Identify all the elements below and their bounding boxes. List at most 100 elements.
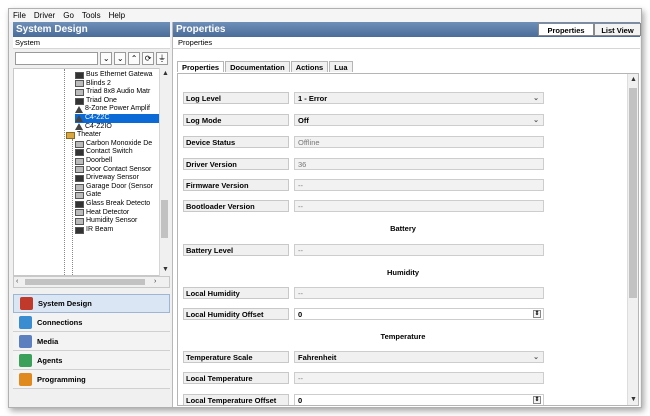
tab-actions[interactable]: Actions [290,61,329,72]
device-icon [75,71,84,79]
tree-toolbar: ⌄ ⌄ ⌃ ⟳ ⏚ [13,49,170,68]
tree-item[interactable]: C4-Z2C [75,114,160,123]
system-label: System [13,37,170,49]
app-window: File Driver Go Tools Help System Design … [8,8,642,408]
property-dropdown[interactable]: 1 - Error ⌄ [294,92,544,104]
tree-item[interactable]: Glass Break Detecto [75,200,150,209]
property-row: Firmware Version -- [183,179,623,191]
refresh-icon: ⟳ [144,54,152,63]
menu-tools[interactable]: Tools [82,11,101,20]
scroll-down-icon[interactable]: ▼ [630,396,637,403]
tree-item[interactable]: Blinds 2 [75,80,111,89]
system-tree[interactable]: Bus Ethernet Gatewa Blinds 2 Triad 8x8 Aud… [13,68,170,276]
zigbee-icon [75,123,83,131]
tree-item[interactable]: Gate [75,191,101,200]
scroll-left-icon[interactable]: ‹ [16,278,18,285]
nav-label: Agents [37,355,63,365]
blinds-icon [75,80,84,88]
nav-connections[interactable]: Connections [13,313,170,332]
scroll-up-icon[interactable]: ▲ [162,70,169,77]
tree-item[interactable]: Triad 8x8 Audio Matr [75,88,150,97]
scroll-down-icon[interactable]: ▼ [162,266,169,273]
filter-button[interactable]: ⏚ [156,52,168,65]
section-heading: Battery [390,224,416,233]
tree-item[interactable]: 8-Zone Power Amplif [75,105,150,114]
property-row: Bootloader Version -- [183,200,623,212]
chevron-down-icon[interactable]: ⌄ [533,352,539,364]
menu-go[interactable]: Go [63,11,74,20]
tree-vertical-scrollbar[interactable] [159,68,170,276]
tree-item-label: IR Beam [86,225,114,233]
menu-help[interactable]: Help [109,11,125,20]
tree-item[interactable]: Driveway Sensor [75,174,139,183]
switch-icon [75,149,84,157]
breadcrumb: Properties [173,37,640,49]
spinner-icon[interactable]: ⇕ [533,396,541,404]
chevron-down-icon[interactable]: ⌄ [533,93,539,105]
property-value-text: 0 [298,310,303,319]
scroll-right-icon[interactable]: › [154,278,156,285]
property-value-text: -- [298,181,303,190]
property-dropdown[interactable]: Fahrenheit ⌄ [294,351,544,363]
property-number-input[interactable]: 0 ⇕ [294,308,544,320]
properties-scroll-thumb[interactable] [629,88,637,298]
tree-item[interactable]: Garage Door (Sensor [75,183,153,192]
tree-item[interactable]: Theater [66,131,101,140]
nav-label: Media [37,336,59,346]
tree-item[interactable]: Bus Ethernet Gatewa [75,71,153,80]
property-label: Log Level [183,92,289,104]
property-dropdown[interactable]: Off ⌄ [294,114,544,126]
nav-programming[interactable]: Programming [13,370,170,389]
tree-item[interactable]: Door Contact Sensor [75,166,151,175]
tree-item-label: Door Contact Sensor [86,165,152,173]
tree-hscroll-thumb[interactable] [25,279,145,285]
tab-documentation[interactable]: Documentation [225,61,290,72]
tree-item[interactable]: Triad One [75,97,117,106]
view-tab-properties[interactable]: Properties [538,23,594,36]
spinner-icon[interactable]: ⇕ [533,310,541,318]
tree-item[interactable]: Heat Detector [75,209,129,218]
property-row: Log Level 1 - Error ⌄ [183,92,623,104]
room-icon [66,131,75,139]
property-row: Device Status Offline [183,136,623,148]
tab-lua[interactable]: Lua [329,61,353,72]
tree-item-label: Humidity Sensor [86,217,138,225]
move-up-button[interactable]: ⌃ [128,52,141,65]
tab-properties[interactable]: Properties [177,61,225,72]
nav-agents[interactable]: Agents [13,351,170,370]
tree-item[interactable]: IR Beam [75,226,113,235]
tree-item[interactable]: C4-Z2IO [75,123,112,132]
nav-media[interactable]: Media [13,332,170,351]
view-tab-list-view[interactable]: List View [594,23,641,36]
property-row: Local Temperature Offset 0 ⇕ [183,394,623,405]
sensor-icon [75,217,84,225]
tree-item[interactable]: Doorbell [75,157,112,166]
tree-item-label: Gate [86,191,102,199]
menu-file[interactable]: File [13,11,26,20]
tree-item-label: C4-Z2IO [85,122,112,130]
menu-bar: File Driver Go Tools Help [9,9,641,22]
tree-item[interactable]: Humidity Sensor [75,217,137,226]
move-down-button[interactable]: ⌄ [114,52,127,65]
nav-system-design[interactable]: System Design [13,294,170,313]
garage-icon [75,183,84,191]
tree-item[interactable]: Carbon Monoxide De [75,140,152,149]
tree-item[interactable]: Contact Switch [75,148,133,157]
audio-matrix-icon [75,88,84,96]
programming-icon [19,372,32,386]
property-row: Temperature Scale Fahrenheit ⌄ [183,351,623,363]
property-value-text: -- [298,289,303,298]
property-number-input[interactable]: 0 ⇕ [294,394,544,405]
property-value: -- [294,372,544,384]
combo-dropdown-button[interactable]: ⌄ [100,52,113,65]
tree-item-label: Triad One [86,96,117,104]
tree-scroll-thumb[interactable] [161,200,168,238]
menu-driver[interactable]: Driver [34,11,55,20]
system-search-combo[interactable] [15,52,99,65]
property-label: Temperature Scale [183,351,289,363]
scroll-up-icon[interactable]: ▲ [630,76,637,83]
property-row: Local Humidity -- [183,287,623,299]
chevron-down-icon[interactable]: ⌄ [533,115,539,127]
refresh-button[interactable]: ⟳ [142,52,155,65]
property-label: Bootloader Version [183,200,289,212]
